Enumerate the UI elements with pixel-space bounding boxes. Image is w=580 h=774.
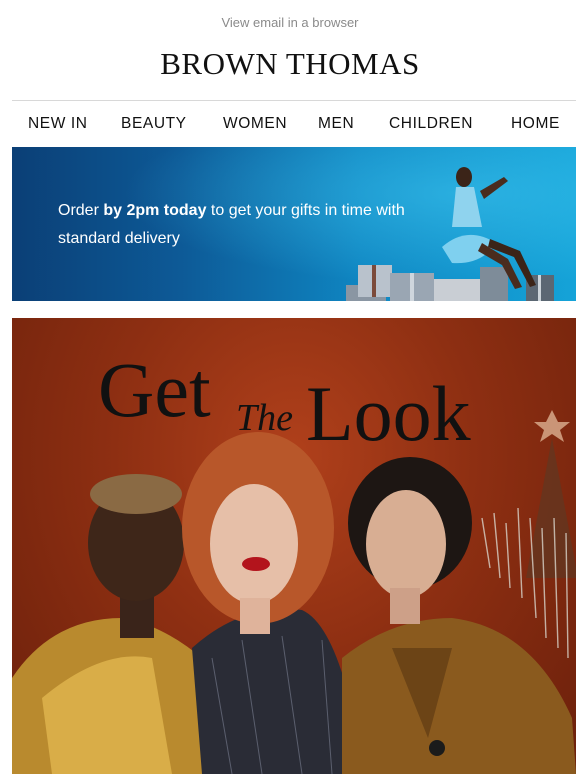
nav-item-home[interactable]: HOME [511, 115, 560, 133]
banner-text-prefix: Order [58, 202, 104, 219]
model-middle [182, 432, 364, 774]
get-the-look-hero[interactable]: Get The Look [12, 318, 576, 774]
header-divider [12, 100, 576, 101]
nav-item-women[interactable]: WOMEN [223, 115, 287, 133]
title-get: Get [98, 346, 211, 433]
brand-logo[interactable]: BROWN THOMAS [0, 46, 580, 82]
banner-text-bold: by 2pm today [103, 202, 207, 219]
nav-item-beauty[interactable]: BEAUTY [121, 115, 187, 133]
title-the: The [236, 397, 293, 439]
christmas-tree [481, 410, 576, 659]
get-the-look-title: Get The Look [98, 346, 471, 446]
main-nav: NEW IN BEAUTY WOMEN MEN CHILDREN HOME [0, 115, 580, 135]
delivery-banner[interactable]: Order by 2pm today to get your gifts in … [12, 147, 576, 301]
title-look: Look [306, 370, 471, 446]
banner-message: Order by 2pm today to get your gifts in … [58, 197, 438, 253]
nav-item-children[interactable]: CHILDREN [389, 115, 473, 133]
nav-item-new-in[interactable]: NEW IN [28, 115, 88, 133]
view-in-browser-link[interactable]: View email in a browser [0, 15, 580, 30]
nav-item-men[interactable]: MEN [318, 115, 354, 133]
